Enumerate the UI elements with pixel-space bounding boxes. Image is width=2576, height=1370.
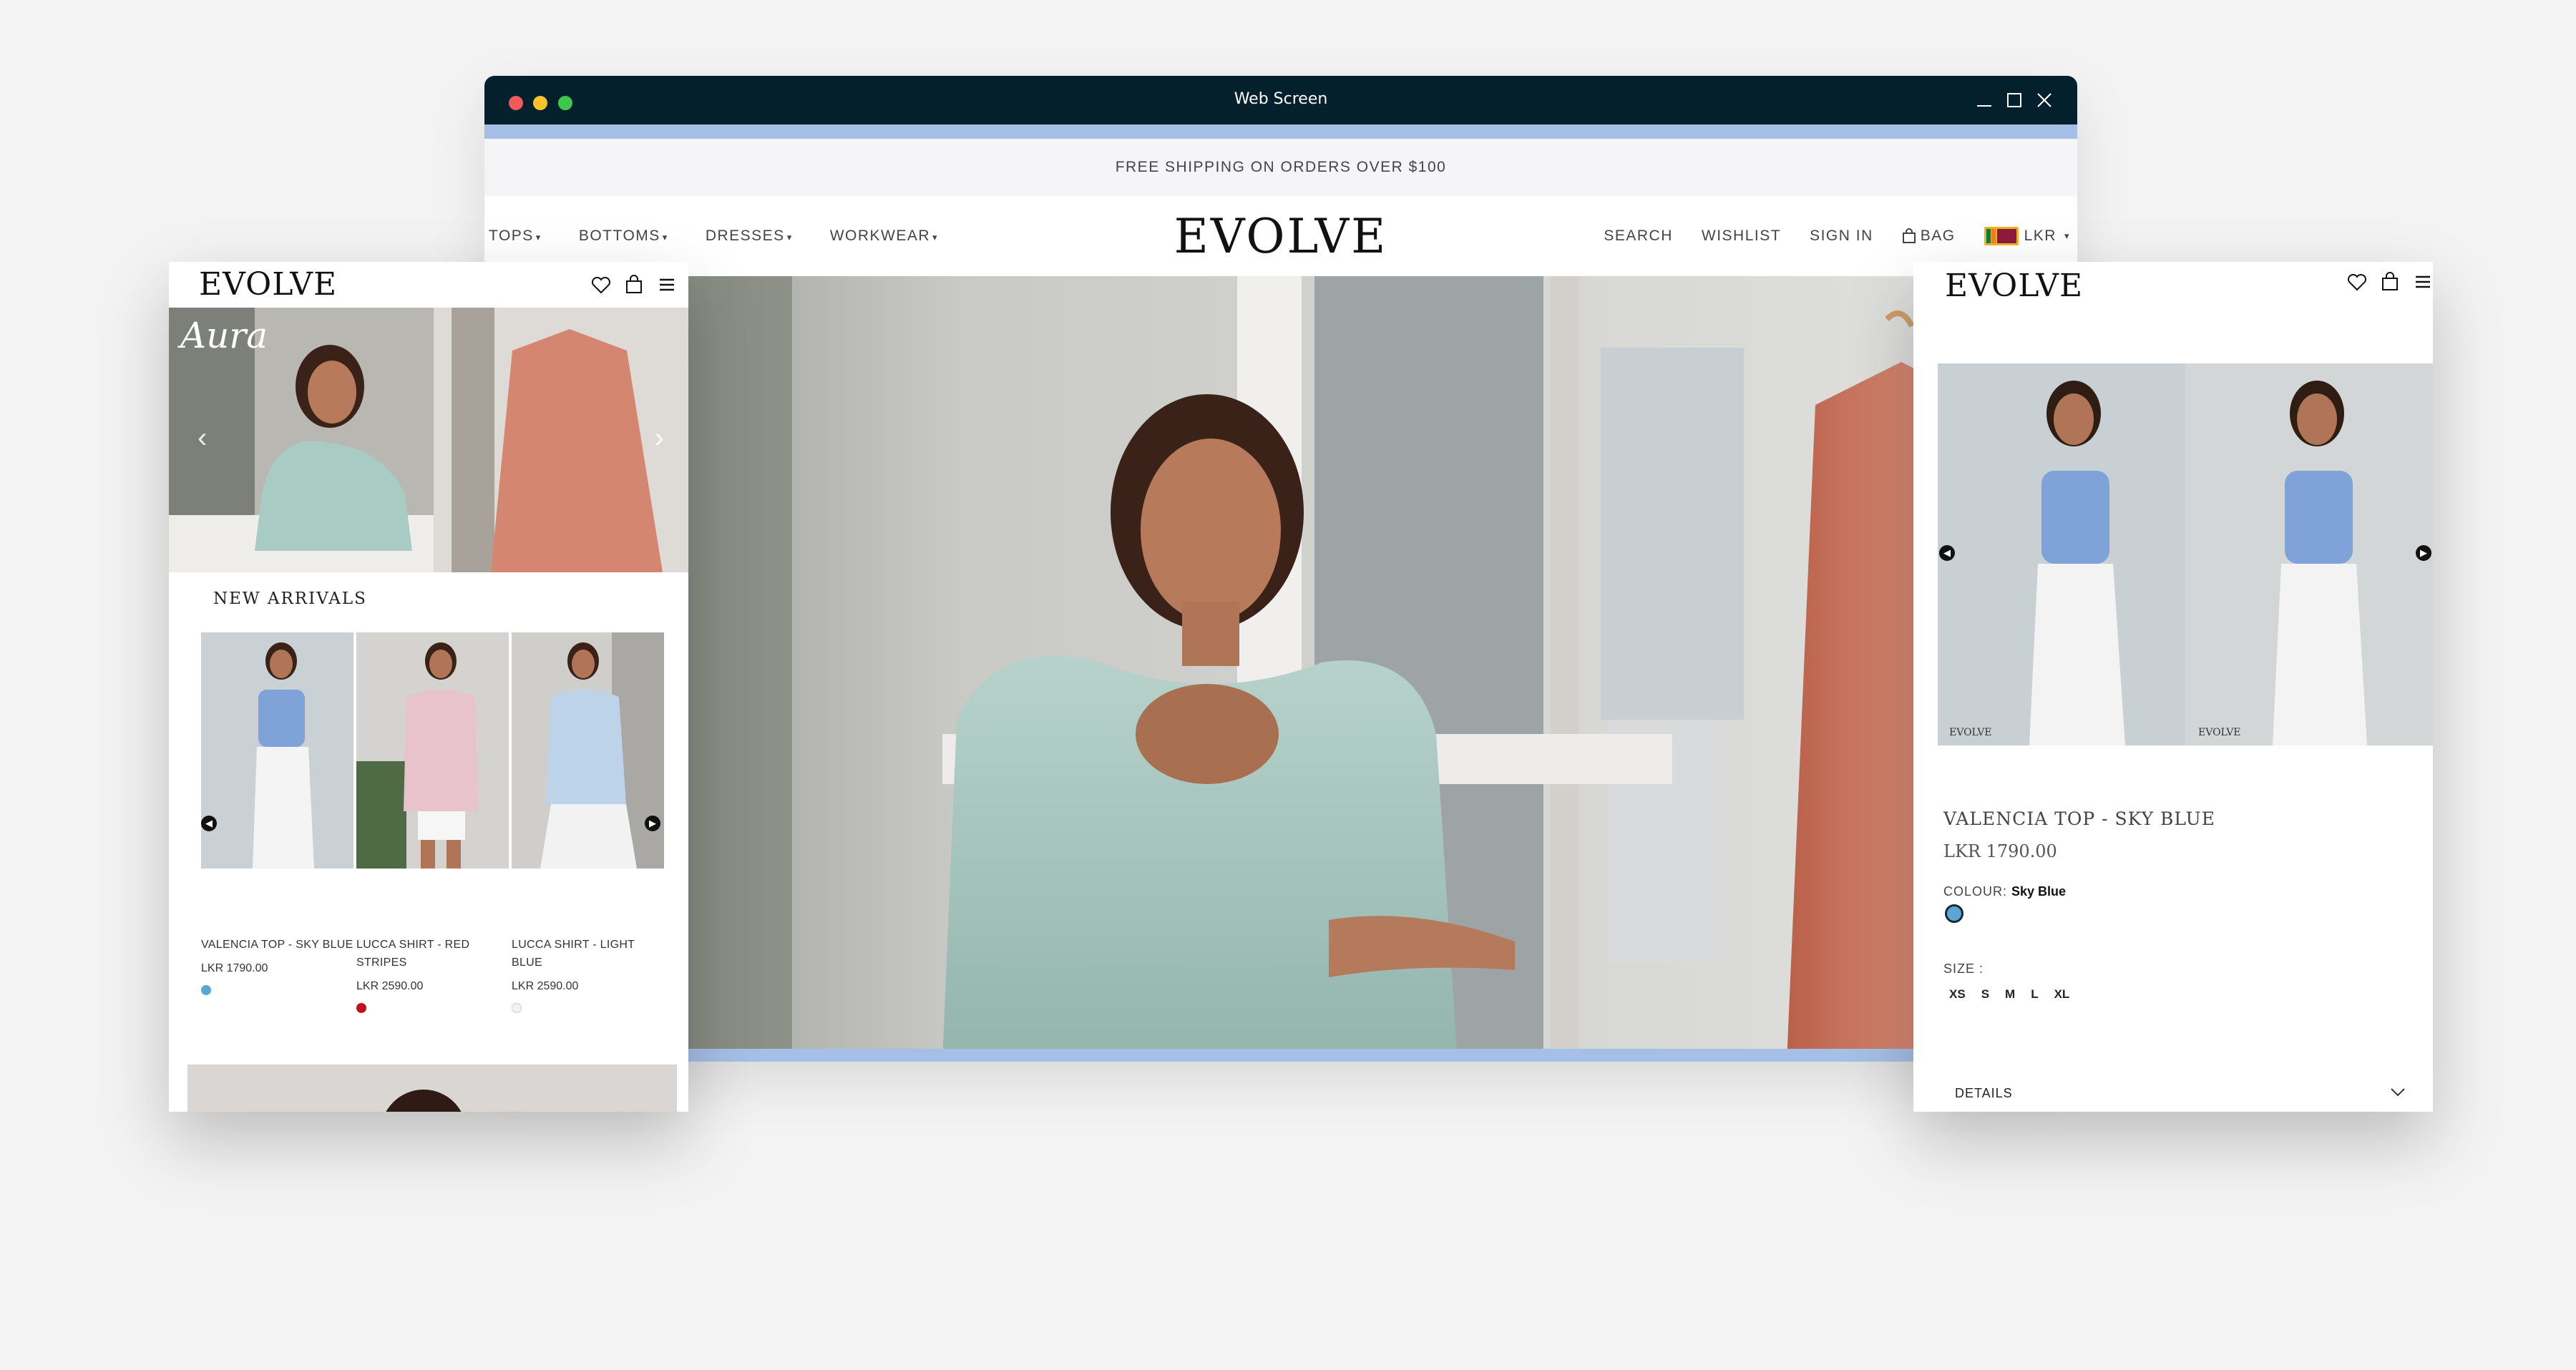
- size-option[interactable]: XS: [1949, 987, 1966, 1002]
- product-price: LKR 1790.00: [1943, 841, 2057, 861]
- banner-prev-icon[interactable]: ‹: [197, 422, 207, 454]
- heart-icon[interactable]: [2346, 270, 2368, 293]
- image-watermark: EVOLVE: [1949, 727, 1992, 738]
- banner-next-icon[interactable]: ›: [655, 422, 664, 454]
- mobile-header: EVOLVE: [169, 262, 688, 308]
- image-watermark: EVOLVE: [2198, 727, 2241, 738]
- size-option[interactable]: L: [2031, 987, 2038, 1002]
- section-title: NEW ARRIVALS: [213, 589, 367, 608]
- colour-swatch[interactable]: [1945, 904, 1963, 923]
- mobile-logo[interactable]: EVOLVE: [1945, 268, 2083, 304]
- window-title: Web Screen: [1234, 90, 1328, 108]
- size-option[interactable]: S: [1981, 987, 1989, 1002]
- bag-link[interactable]: BAG: [1902, 227, 1956, 245]
- colour-swatch[interactable]: [356, 1003, 366, 1013]
- heart-icon[interactable]: [590, 273, 613, 296]
- bag-icon: [1902, 228, 1916, 243]
- size-option[interactable]: XL: [2054, 987, 2070, 1002]
- product-price: LKR 1790.00: [201, 962, 268, 974]
- product-image[interactable]: [356, 632, 509, 869]
- site-navbar: TOPS ▾ BOTTOMS ▾ DRESSES ▾ WORKWEAR ▾ EVOLVE…: [484, 196, 2077, 276]
- bag-icon[interactable]: [623, 273, 645, 296]
- product-title: VALENCIA TOP - SKY BLUE: [1943, 808, 2215, 829]
- maximize-icon[interactable]: [2003, 89, 2026, 112]
- bag-icon[interactable]: [2379, 270, 2401, 293]
- product-gallery[interactable]: EVOLVE EVOLVE ◀ ▶: [1938, 363, 2433, 745]
- size-option[interactable]: M: [2005, 987, 2015, 1002]
- colour-label: COLOUR:: [1943, 884, 2008, 899]
- gallery-next-icon[interactable]: ▶: [2416, 545, 2431, 561]
- search-link[interactable]: SEARCH: [1604, 227, 1673, 245]
- product-image[interactable]: [512, 632, 664, 869]
- signin-link[interactable]: SIGN IN: [1810, 227, 1873, 245]
- wishlist-link[interactable]: WISHLIST: [1702, 227, 1781, 245]
- product-image[interactable]: [201, 632, 353, 869]
- gallery-prev-icon[interactable]: ◀: [1939, 545, 1955, 561]
- menu-icon[interactable]: [2411, 270, 2433, 293]
- caret-down-icon: ▾: [2064, 230, 2070, 241]
- browser-window: Web Screen FREE SHIPPING ON ORDERS OVER …: [484, 76, 2077, 1062]
- minimize-icon[interactable]: [1973, 89, 1996, 112]
- announcement-bar: FREE SHIPPING ON ORDERS OVER $100: [484, 139, 2077, 196]
- product-card[interactable]: LUCCA SHIRT - RED STRIPES LKR 2590.00: [356, 936, 510, 1013]
- product-name[interactable]: LUCCA SHIRT - RED STRIPES: [356, 936, 510, 972]
- mobile-header-icons: [2346, 270, 2433, 293]
- sri-lanka-flag-icon: [1984, 227, 2019, 245]
- mobile-product-screen: EVOLVE EVOLVE EVOLVE ◀ ▶ VALENCIA TOP - …: [1913, 262, 2433, 1112]
- hero-accent-bar: [484, 1049, 2077, 1062]
- carousel-prev-icon[interactable]: ◀: [201, 816, 217, 831]
- mobile-hero-banner[interactable]: Aura ‹ ›: [169, 308, 688, 572]
- hero-photo: [484, 276, 2077, 1062]
- close-icon[interactable]: [2033, 89, 2056, 112]
- size-options: XS S M L XL: [1949, 987, 2069, 1002]
- bag-label: BAG: [1920, 227, 1956, 244]
- window-titlebar: Web Screen: [484, 76, 2077, 124]
- size-label: SIZE :: [1943, 962, 1984, 976]
- currency-label: LKR: [2024, 227, 2057, 244]
- product-card[interactable]: VALENCIA TOP - SKY BLUE LKR 1790.00: [201, 936, 355, 995]
- mobile-header-icons: [590, 273, 678, 296]
- banner-title: Aura: [180, 315, 268, 356]
- colour-swatch[interactable]: [512, 1003, 522, 1013]
- colour-row: COLOUR: Sky Blue: [1943, 884, 2066, 899]
- hero-image[interactable]: [484, 276, 2077, 1062]
- currency-selector[interactable]: LKR ▾: [1984, 227, 2070, 245]
- colour-swatch[interactable]: [201, 985, 211, 995]
- chevron-down-icon[interactable]: [2389, 1083, 2407, 1102]
- details-accordion-label[interactable]: DETAILS: [1955, 1086, 2013, 1101]
- product-name[interactable]: VALENCIA TOP - SKY BLUE: [201, 936, 355, 954]
- menu-icon[interactable]: [655, 273, 678, 296]
- product-price: LKR 2590.00: [356, 980, 424, 992]
- product-photo: [1938, 363, 2433, 745]
- product-price: LKR 2590.00: [512, 980, 579, 992]
- product-card[interactable]: LUCCA SHIRT - LIGHT BLUE LKR 2590.00: [512, 936, 665, 1013]
- product-carousel: ◀ ▶: [201, 632, 664, 869]
- announcement-text: FREE SHIPPING ON ORDERS OVER $100: [1115, 159, 1447, 175]
- colour-value: Sky Blue: [2011, 884, 2067, 899]
- next-section-image[interactable]: [187, 1065, 677, 1112]
- mobile-home-screen: EVOLVE Aura ‹ › NEW ARRIVALS ◀ ▶ VALENCI…: [169, 262, 688, 1112]
- mobile-logo[interactable]: EVOLVE: [199, 266, 337, 303]
- accent-strip: [484, 124, 2077, 139]
- carousel-next-icon[interactable]: ▶: [645, 816, 660, 831]
- product-name[interactable]: LUCCA SHIRT - LIGHT BLUE: [512, 936, 665, 972]
